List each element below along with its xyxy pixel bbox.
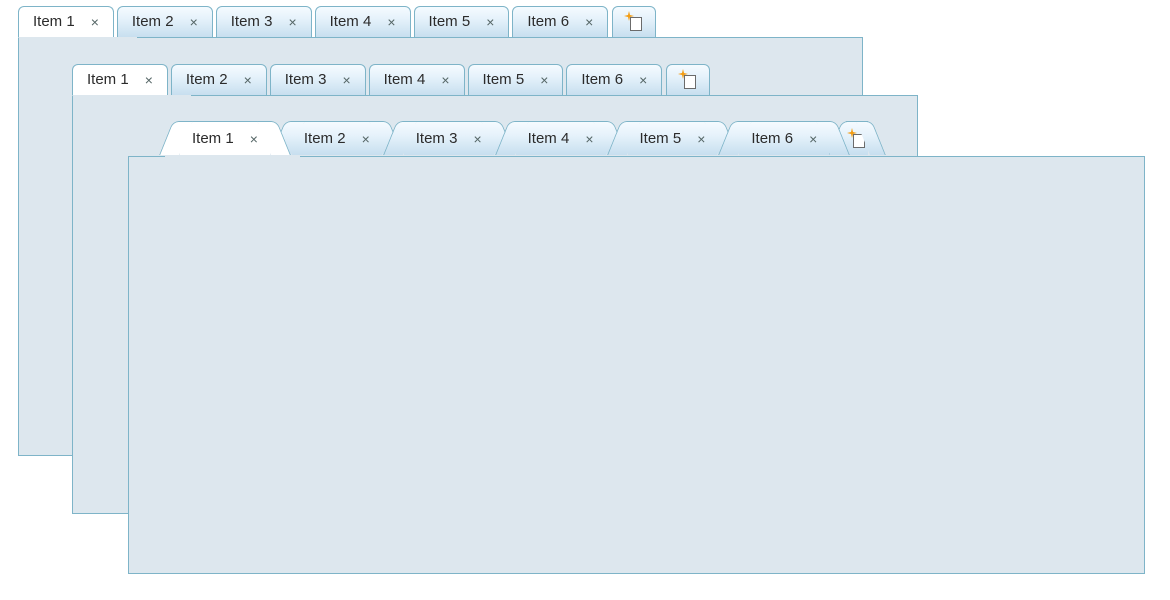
close-icon[interactable]: × — [286, 7, 298, 37]
tab-item-4[interactable]: Item 4 × — [369, 64, 465, 96]
tabstrip-1: Item 1 × Item 2 × Item 3 × Item 4 × Item… — [18, 6, 656, 38]
tab-item-3[interactable]: Item 3 × — [216, 6, 312, 38]
tab-item-6[interactable]: Item 6 × — [725, 121, 843, 155]
new-tab-icon — [680, 71, 696, 89]
close-icon[interactable]: × — [248, 131, 260, 147]
tab-label: Item 1 — [33, 7, 89, 37]
new-tab-button[interactable] — [666, 64, 710, 96]
close-icon[interactable]: × — [439, 65, 451, 95]
close-icon[interactable]: × — [385, 7, 397, 37]
tab-item-5[interactable]: Item 5 × — [414, 6, 510, 38]
tab-item-2[interactable]: Item 2 × — [278, 121, 396, 155]
tab-label: Item 4 — [384, 65, 440, 95]
close-icon[interactable]: × — [583, 131, 595, 147]
tab-item-5[interactable]: Item 5 × — [614, 121, 732, 155]
close-icon[interactable]: × — [583, 7, 595, 37]
tab-item-4[interactable]: Item 4 × — [315, 6, 411, 38]
tab-label: Item 6 — [527, 7, 583, 37]
tab-item-3[interactable]: Item 3 × — [270, 64, 366, 96]
tab-label: Item 3 — [285, 65, 341, 95]
tab-label: Item 5 — [429, 7, 485, 37]
tab-label: Item 1 — [192, 130, 248, 147]
tab-label: Item 3 — [416, 130, 472, 147]
tabstrip-3: Item 1 × Item 2 × Item 3 × Item 4 — [166, 123, 879, 155]
tab-item-1[interactable]: Item 1 × — [18, 6, 114, 38]
close-icon[interactable]: × — [471, 131, 483, 147]
tab-item-4[interactable]: Item 4 × — [502, 121, 620, 155]
close-icon[interactable]: × — [637, 65, 649, 95]
tab-item-2[interactable]: Item 2 × — [117, 6, 213, 38]
tab-label: Item 2 — [132, 7, 188, 37]
close-icon[interactable]: × — [89, 7, 101, 37]
tab-label: Item 2 — [304, 130, 360, 147]
tabstrip-2: Item 1 × Item 2 × Item 3 × Item 4 × Item… — [72, 64, 710, 96]
tab-label: Item 4 — [528, 130, 584, 147]
close-icon[interactable]: × — [340, 65, 352, 95]
new-tab-button[interactable] — [612, 6, 656, 38]
tab-label: Item 4 — [330, 7, 386, 37]
tab-item-1[interactable]: Item 1 × — [166, 121, 284, 155]
tab-item-1[interactable]: Item 1 × — [72, 64, 168, 96]
tab-label: Item 5 — [640, 130, 696, 147]
tab-label: Item 6 — [751, 130, 807, 147]
close-icon[interactable]: × — [188, 7, 200, 37]
tab-label: Item 5 — [483, 65, 539, 95]
tab-label: Item 3 — [231, 7, 287, 37]
close-icon[interactable]: × — [143, 65, 155, 95]
tab-label: Item 1 — [87, 65, 143, 95]
close-icon[interactable]: × — [360, 131, 372, 147]
close-icon[interactable]: × — [484, 7, 496, 37]
close-icon[interactable]: × — [538, 65, 550, 95]
close-icon[interactable]: × — [695, 131, 707, 147]
tab-label: Item 2 — [186, 65, 242, 95]
tab-item-6[interactable]: Item 6 × — [566, 64, 662, 96]
tab-item-3[interactable]: Item 3 × — [390, 121, 508, 155]
tab-item-2[interactable]: Item 2 × — [171, 64, 267, 96]
tab-panel-3 — [128, 156, 1145, 574]
tab-item-5[interactable]: Item 5 × — [468, 64, 564, 96]
close-icon[interactable]: × — [807, 131, 819, 147]
new-tab-icon — [626, 13, 642, 31]
tab-item-6[interactable]: Item 6 × — [512, 6, 608, 38]
close-icon[interactable]: × — [242, 65, 254, 95]
tab-label: Item 6 — [581, 65, 637, 95]
